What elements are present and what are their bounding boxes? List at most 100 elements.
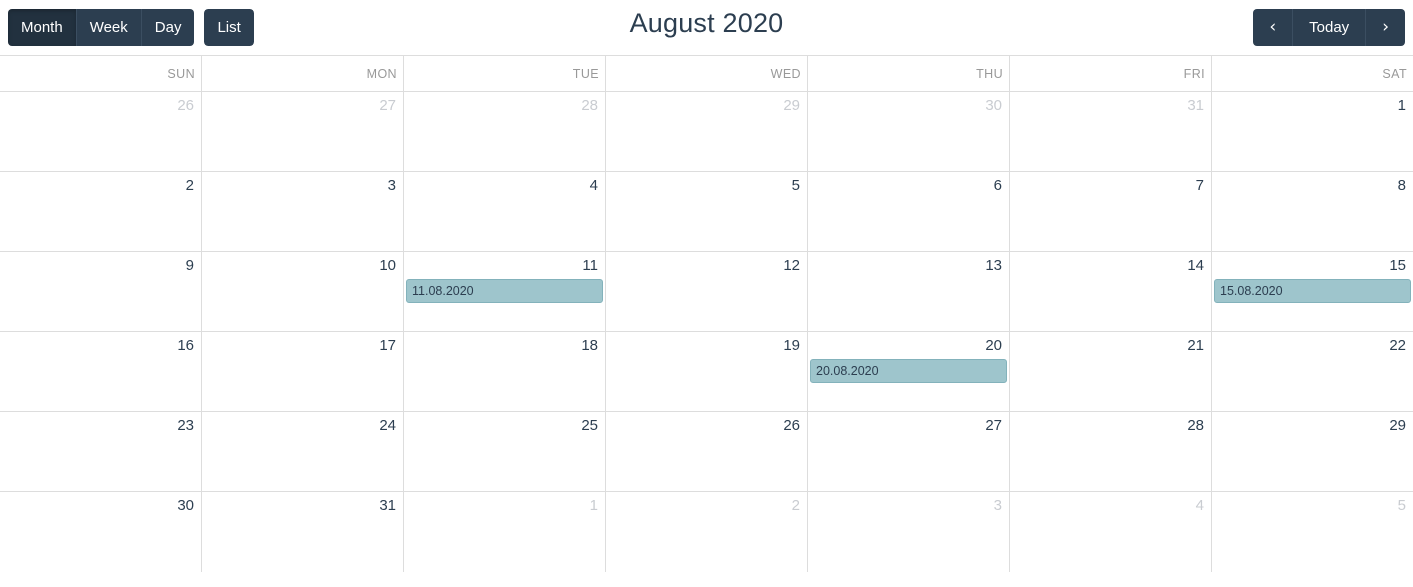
navigation-button-group: ‹ Today › xyxy=(1253,9,1405,46)
day-cell[interactable]: 28 xyxy=(1010,412,1212,491)
day-cell[interactable]: 29 xyxy=(1212,412,1413,491)
day-cell[interactable]: 17 xyxy=(202,332,404,411)
day-number: 1 xyxy=(1397,97,1406,114)
calendar-week-row: 23 24 25 26 27 28 29 xyxy=(0,412,1413,492)
day-number: 8 xyxy=(1397,177,1406,194)
day-cell[interactable]: 27 xyxy=(202,92,404,171)
day-cell[interactable]: 24 xyxy=(202,412,404,491)
weekday-header-sat: SAT xyxy=(1382,66,1407,81)
day-number: 4 xyxy=(1195,497,1204,514)
day-number: 28 xyxy=(581,97,598,114)
day-number: 11 xyxy=(582,257,598,274)
day-events: 20.08.2020 xyxy=(808,357,1009,384)
day-number: 19 xyxy=(783,337,800,354)
day-number: 7 xyxy=(1195,177,1204,194)
day-cell[interactable]: 4 xyxy=(404,172,606,251)
weekday-header-thu: THU xyxy=(808,56,1010,91)
calendar-toolbar: Month Week Day List August 2020 ‹ Today › xyxy=(0,0,1413,55)
day-cell[interactable]: 27 xyxy=(808,412,1010,491)
day-cell[interactable]: 28 xyxy=(404,92,606,171)
calendar-week-row: 9 10 11 11.08.2020 12 13 14 15 15.08.2020 xyxy=(0,252,1413,332)
day-number: 16 xyxy=(177,337,194,354)
day-number: 13 xyxy=(985,257,1002,274)
day-cell[interactable]: 18 xyxy=(404,332,606,411)
day-number: 12 xyxy=(783,257,800,274)
day-events: 15.08.2020 xyxy=(1212,277,1413,304)
day-number: 3 xyxy=(993,497,1002,514)
day-cell[interactable]: 19 xyxy=(606,332,808,411)
day-number: 5 xyxy=(791,177,800,194)
day-number: 28 xyxy=(1187,417,1204,434)
calendar-week-row: 2 3 4 5 6 7 8 xyxy=(0,172,1413,252)
day-cell[interactable]: 31 xyxy=(202,492,404,572)
day-cell[interactable]: 5 xyxy=(1212,492,1413,572)
day-cell[interactable]: 31 xyxy=(1010,92,1212,171)
today-button[interactable]: Today xyxy=(1292,9,1366,46)
day-cell[interactable]: 2 xyxy=(606,492,808,572)
day-cell[interactable]: 25 xyxy=(404,412,606,491)
calendar-event[interactable]: 20.08.2020 xyxy=(810,358,1007,384)
day-cell[interactable]: 16 xyxy=(0,332,202,411)
day-number: 29 xyxy=(783,97,800,114)
day-number: 24 xyxy=(379,417,396,434)
day-cell[interactable]: 26 xyxy=(606,412,808,491)
day-number: 23 xyxy=(177,417,194,434)
day-number: 30 xyxy=(985,97,1002,114)
day-cell[interactable]: 20 20.08.2020 xyxy=(808,332,1010,411)
day-cell[interactable]: 1 xyxy=(1212,92,1413,171)
day-cell[interactable]: 21 xyxy=(1010,332,1212,411)
day-cell[interactable]: 2 xyxy=(0,172,202,251)
day-cell[interactable]: 29 xyxy=(606,92,808,171)
day-number: 26 xyxy=(783,417,800,434)
day-number: 15 xyxy=(1389,257,1406,274)
day-cell[interactable]: 11 11.08.2020 xyxy=(404,252,606,331)
day-number: 10 xyxy=(379,257,396,274)
day-cell[interactable]: 9 xyxy=(0,252,202,331)
day-number: 31 xyxy=(379,497,396,514)
day-cell[interactable]: 1 xyxy=(404,492,606,572)
day-cell[interactable]: 4 xyxy=(1010,492,1212,572)
day-cell[interactable]: 3 xyxy=(808,492,1010,572)
day-cell[interactable]: 5 xyxy=(606,172,808,251)
chevron-left-icon[interactable]: ‹ xyxy=(1253,9,1293,46)
day-number: 18 xyxy=(581,337,598,354)
calendar-body: 26 27 28 29 30 31 1 2 3 4 5 6 7 8 9 10 11 11.08.2020 12 13 1… xyxy=(0,92,1413,572)
day-number: 14 xyxy=(1187,257,1204,274)
day-number: 5 xyxy=(1397,497,1406,514)
day-cell[interactable]: 13 xyxy=(808,252,1010,331)
day-cell[interactable]: 6 xyxy=(808,172,1010,251)
day-number: 21 xyxy=(1187,337,1204,354)
day-cell[interactable]: 12 xyxy=(606,252,808,331)
day-number: 4 xyxy=(589,177,598,194)
calendar-event[interactable]: 11.08.2020 xyxy=(406,278,603,304)
day-number: 31 xyxy=(1187,97,1204,114)
day-cell[interactable]: 15 15.08.2020 xyxy=(1212,252,1413,331)
day-cell[interactable]: 10 xyxy=(202,252,404,331)
day-cell[interactable]: 7 xyxy=(1010,172,1212,251)
weekday-header-tue: TUE xyxy=(404,56,606,91)
weekday-header-fri: FRI xyxy=(1010,56,1212,91)
page-title: August 2020 xyxy=(629,8,784,38)
day-cell[interactable]: 22 xyxy=(1212,332,1413,411)
day-number: 27 xyxy=(985,417,1002,434)
day-cell[interactable]: 14 xyxy=(1010,252,1212,331)
calendar-week-row: 16 17 18 19 20 20.08.2020 21 22 xyxy=(0,332,1413,412)
day-number: 1 xyxy=(589,497,598,514)
chevron-right-icon[interactable]: › xyxy=(1365,9,1405,46)
day-number: 29 xyxy=(1389,417,1406,434)
weekday-header-row: SUN MON TUE WED THU FRI SAT xyxy=(0,56,1413,92)
day-cell[interactable]: 26 xyxy=(0,92,202,171)
day-cell[interactable]: 30 xyxy=(808,92,1010,171)
calendar-event[interactable]: 15.08.2020 xyxy=(1214,278,1411,304)
toolbar-right-controls: ‹ Today › xyxy=(1253,9,1405,46)
day-number: 26 xyxy=(177,97,194,114)
day-cell[interactable]: 8 xyxy=(1212,172,1413,251)
day-number: 22 xyxy=(1389,337,1406,354)
day-number: 25 xyxy=(581,417,598,434)
day-cell[interactable]: 3 xyxy=(202,172,404,251)
day-cell[interactable]: 30 xyxy=(0,492,202,572)
day-cell[interactable]: 23 xyxy=(0,412,202,491)
day-number: 27 xyxy=(379,97,396,114)
day-number: 30 xyxy=(177,497,194,514)
day-number: 2 xyxy=(791,497,800,514)
